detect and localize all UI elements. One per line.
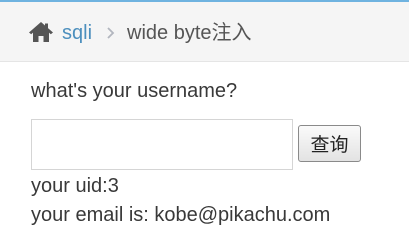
submit-button[interactable]: 查询 xyxy=(298,125,361,162)
uid-result: your uid:3 xyxy=(31,175,119,197)
username-input[interactable] xyxy=(31,119,293,170)
username-prompt: what's your username? xyxy=(31,80,238,102)
breadcrumb: sqli wide byte注入 xyxy=(0,2,409,62)
breadcrumb-link-sqli[interactable]: sqli xyxy=(62,21,92,45)
email-result: your email is: kobe@pikachu.com xyxy=(31,204,331,226)
breadcrumb-current: wide byte注入 xyxy=(127,22,252,44)
chevron-right-icon xyxy=(104,22,118,44)
home-icon[interactable] xyxy=(28,21,54,43)
